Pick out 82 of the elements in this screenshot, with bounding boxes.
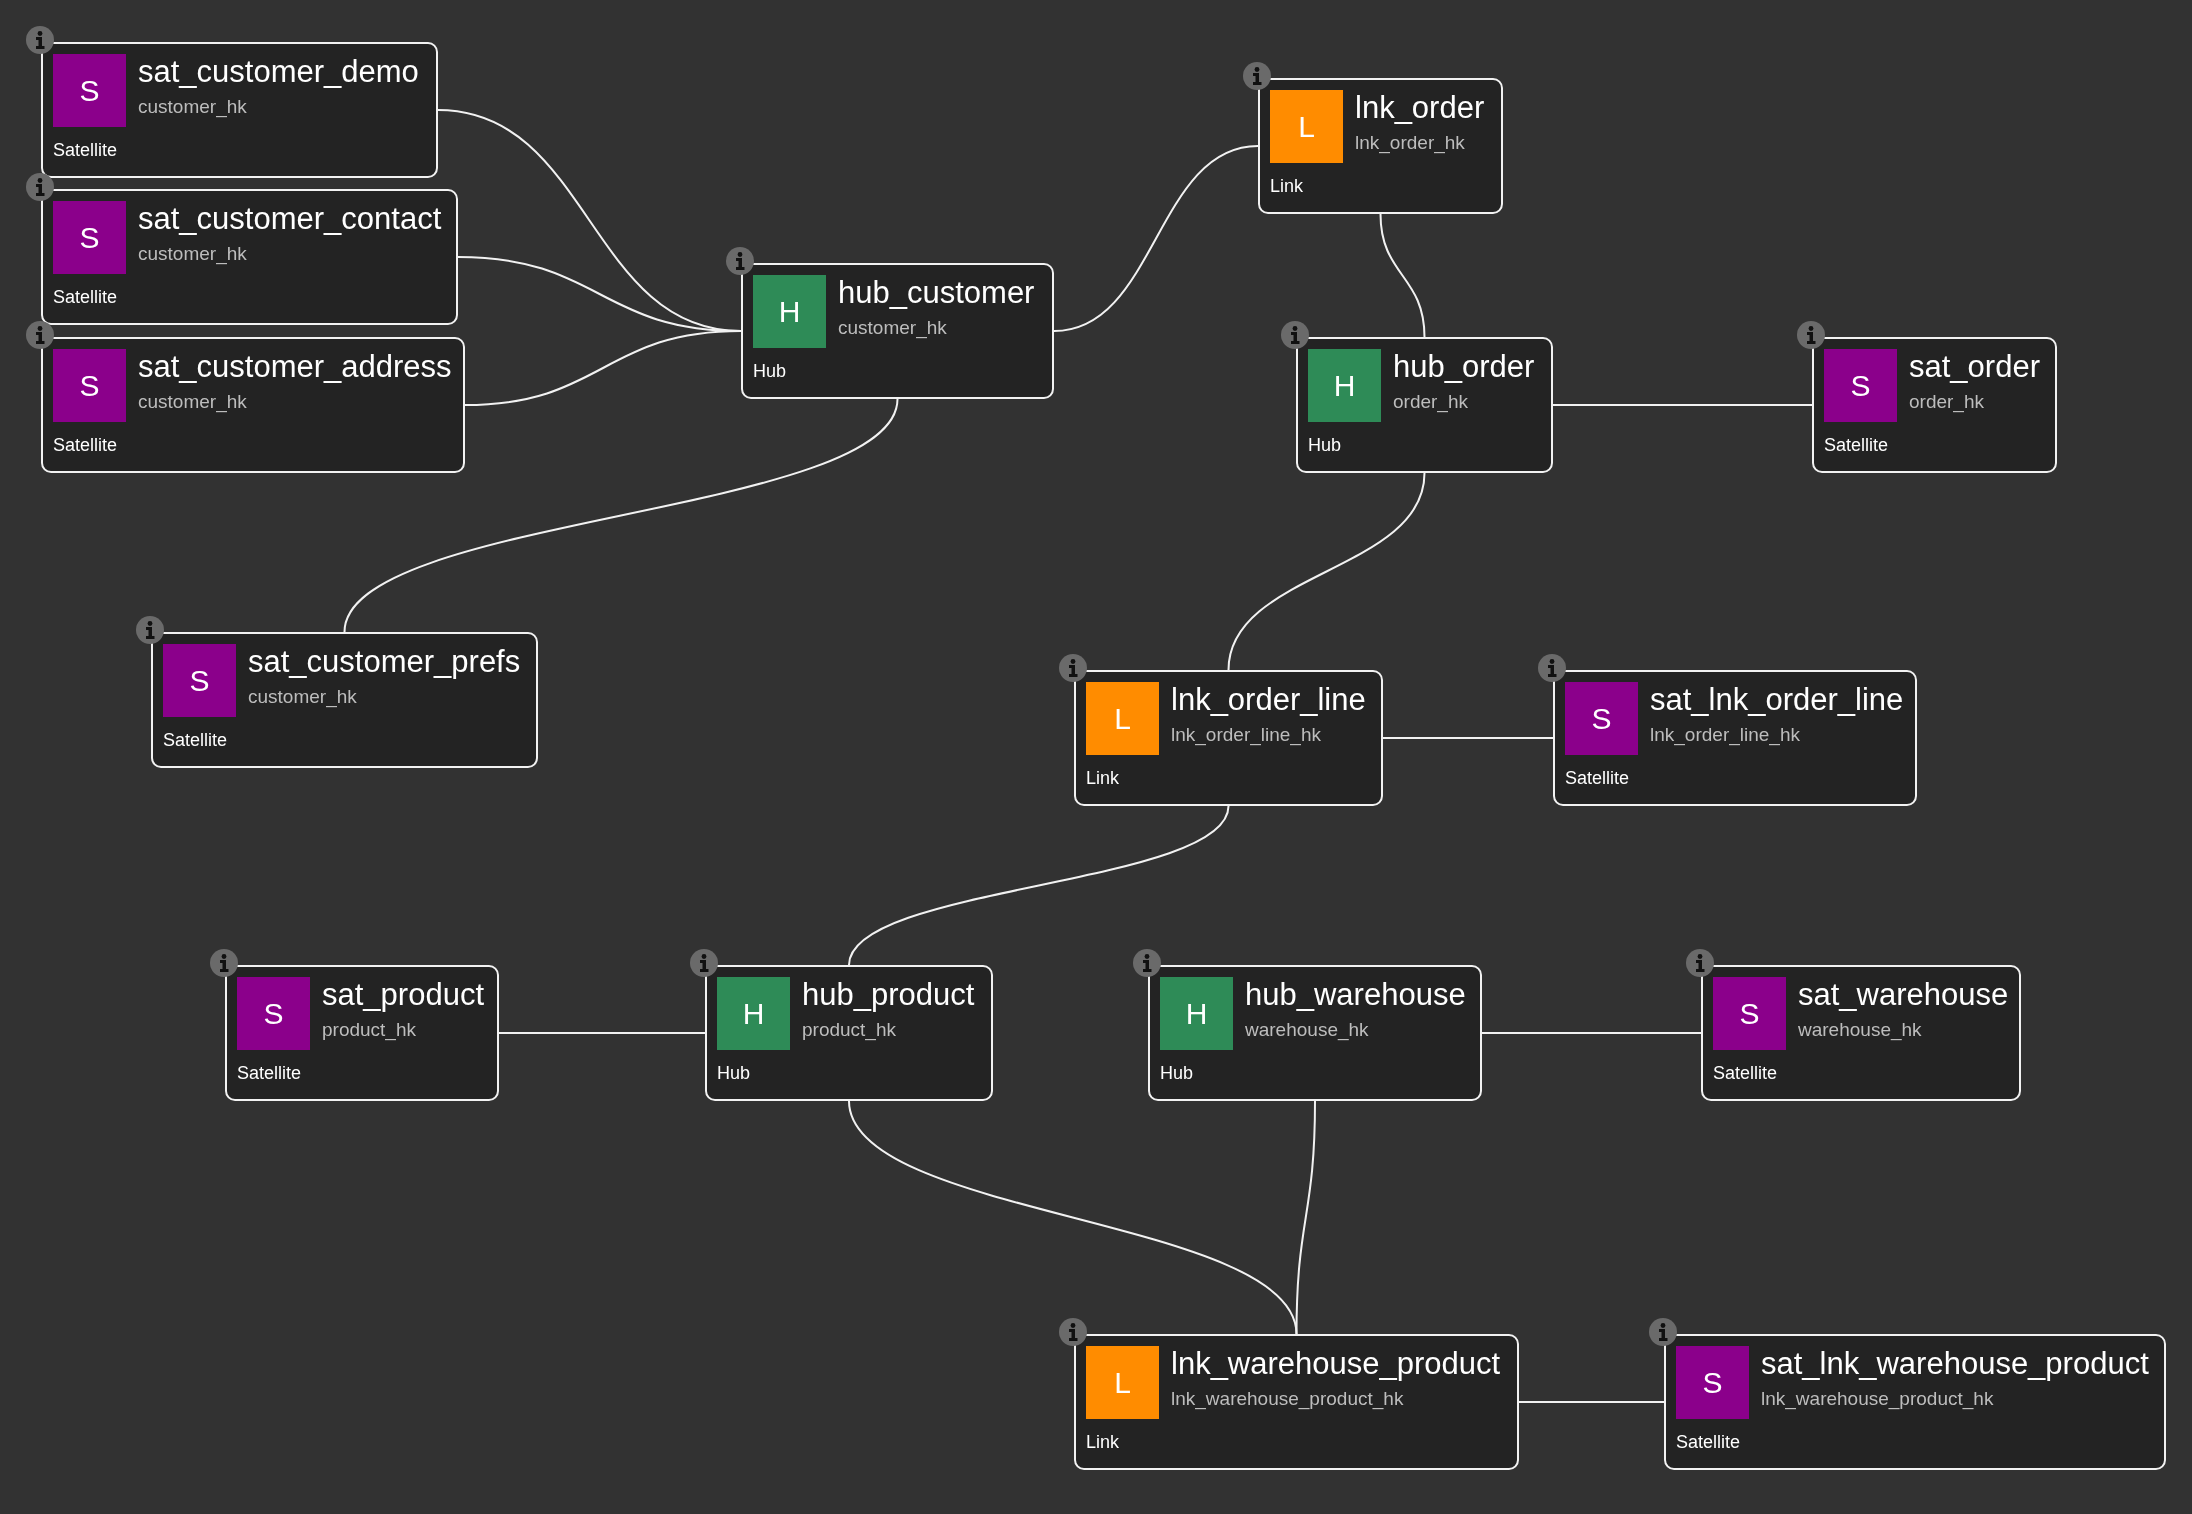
entity-node[interactable]: S sat_product product_hk Satellite: [225, 965, 499, 1101]
node-title: hub_customer: [838, 275, 1036, 311]
type-badge: S: [53, 349, 126, 422]
type-badge: H: [753, 275, 826, 348]
type-badge: S: [53, 201, 126, 274]
type-badge: S: [237, 977, 310, 1050]
type-badge: L: [1086, 1346, 1159, 1419]
node-title: lnk_warehouse_product: [1171, 1346, 1502, 1382]
node-key: lnk_warehouse_product_hk: [1171, 1387, 1507, 1410]
node-key: customer_hk: [248, 685, 526, 708]
node-key: customer_hk: [838, 316, 1042, 339]
node-key: lnk_order_hk: [1355, 131, 1491, 154]
node-type-label: Hub: [1308, 435, 1343, 456]
node-type-label: Hub: [1160, 1063, 1195, 1084]
node-title: hub_warehouse: [1245, 977, 1467, 1013]
entity-node[interactable]: L lnk_order lnk_order_hk Link: [1258, 78, 1503, 214]
node-type-label: Satellite: [1565, 768, 1631, 789]
entity-node[interactable]: S sat_lnk_warehouse_product lnk_warehouse_product_hk Satellite: [1664, 1334, 2166, 1470]
entity-node[interactable]: H hub_customer customer_hk Hub: [741, 263, 1054, 399]
node-title: sat_warehouse: [1798, 977, 2009, 1013]
entity-node[interactable]: S sat_order order_hk Satellite: [1812, 337, 2057, 473]
node-key: product_hk: [322, 1018, 487, 1041]
node-title: sat_order: [1909, 349, 2041, 385]
info-icon[interactable]: [25, 320, 55, 350]
type-badge: H: [1308, 349, 1381, 422]
node-type-label: Satellite: [237, 1063, 303, 1084]
node-key: customer_hk: [138, 390, 453, 413]
node-title: hub_product: [802, 977, 976, 1013]
type-badge: H: [717, 977, 790, 1050]
node-type-label: Satellite: [53, 435, 119, 456]
type-badge: S: [163, 644, 236, 717]
node-key: warehouse_hk: [1798, 1018, 2009, 1041]
type-badge: S: [1713, 977, 1786, 1050]
node-type-label: Satellite: [53, 140, 119, 161]
node-key: order_hk: [1393, 390, 1541, 413]
node-type-label: Satellite: [53, 287, 119, 308]
node-title: sat_lnk_order_line: [1650, 682, 1905, 718]
entity-node[interactable]: S sat_customer_address customer_hk Satellite: [41, 337, 465, 473]
node-type-label: Hub: [753, 361, 788, 382]
node-title: sat_customer_address: [138, 349, 453, 385]
entity-node[interactable]: S sat_customer_prefs customer_hk Satellite: [151, 632, 538, 768]
entity-node[interactable]: H hub_product product_hk Hub: [705, 965, 993, 1101]
node-key: customer_hk: [138, 95, 426, 118]
node-key: lnk_order_line_hk: [1171, 723, 1371, 746]
type-badge: S: [53, 54, 126, 127]
node-title: lnk_order: [1355, 90, 1486, 126]
node-title: sat_customer_prefs: [248, 644, 522, 680]
entity-node[interactable]: S sat_customer_demo customer_hk Satellite: [41, 42, 438, 178]
node-key: lnk_warehouse_product_hk: [1761, 1387, 2154, 1410]
entity-node[interactable]: L lnk_order_line lnk_order_line_hk Link: [1074, 670, 1383, 806]
node-key: order_hk: [1909, 390, 2045, 413]
type-badge: H: [1160, 977, 1233, 1050]
type-badge: S: [1676, 1346, 1749, 1419]
entity-node[interactable]: S sat_warehouse warehouse_hk Satellite: [1701, 965, 2021, 1101]
node-key: warehouse_hk: [1245, 1018, 1470, 1041]
entity-node[interactable]: L lnk_warehouse_product lnk_warehouse_product_hk Link: [1074, 1334, 1519, 1470]
info-icon[interactable]: [25, 172, 55, 202]
node-title: sat_lnk_warehouse_product: [1761, 1346, 2150, 1382]
node-type-label: Hub: [717, 1063, 752, 1084]
node-title: lnk_order_line: [1171, 682, 1367, 718]
entity-node[interactable]: S sat_lnk_order_line lnk_order_line_hk Satellite: [1553, 670, 1917, 806]
type-badge: L: [1270, 90, 1343, 163]
node-title: sat_customer_demo: [138, 54, 420, 90]
node-title: hub_order: [1393, 349, 1536, 385]
node-key: lnk_order_line_hk: [1650, 723, 1905, 746]
node-type-label: Satellite: [1713, 1063, 1779, 1084]
node-key: customer_hk: [138, 242, 446, 265]
entity-node[interactable]: S sat_customer_contact customer_hk Satellite: [41, 189, 458, 325]
node-type-label: Satellite: [163, 730, 229, 751]
node-type-label: Satellite: [1676, 1432, 1742, 1453]
node-type-label: Link: [1270, 176, 1305, 197]
entity-node[interactable]: H hub_order order_hk Hub: [1296, 337, 1553, 473]
node-type-label: Satellite: [1824, 435, 1890, 456]
node-title: sat_product: [322, 977, 485, 1013]
type-badge: S: [1824, 349, 1897, 422]
node-type-label: Link: [1086, 1432, 1121, 1453]
type-badge: S: [1565, 682, 1638, 755]
node-type-label: Link: [1086, 768, 1121, 789]
node-key: product_hk: [802, 1018, 981, 1041]
type-badge: L: [1086, 682, 1159, 755]
node-title: sat_customer_contact: [138, 201, 443, 237]
entity-node[interactable]: H hub_warehouse warehouse_hk Hub: [1148, 965, 1482, 1101]
